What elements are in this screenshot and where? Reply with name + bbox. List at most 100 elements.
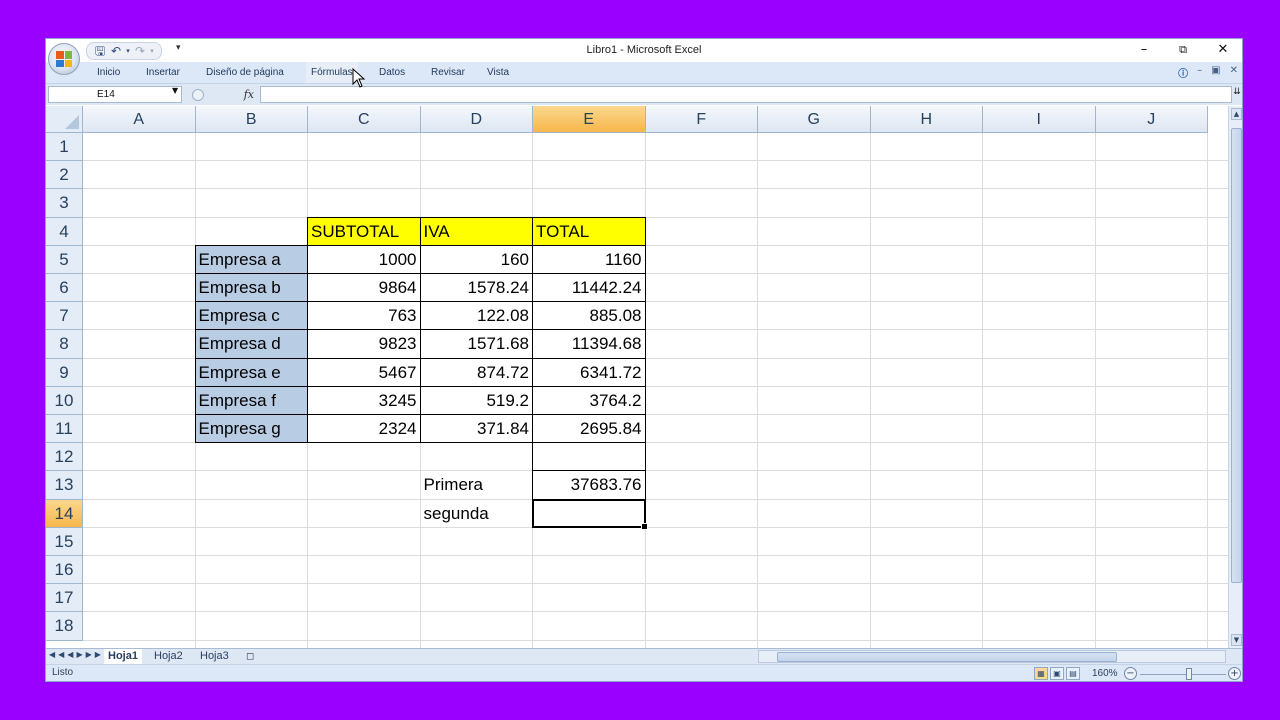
- row-header-2[interactable]: 2: [46, 161, 83, 190]
- table-header-cell[interactable]: IVA: [420, 217, 532, 245]
- tab-datos[interactable]: Datos: [379, 62, 405, 83]
- minimize-button[interactable]: –: [1124, 41, 1164, 59]
- subtotal-cell[interactable]: 763: [308, 302, 420, 329]
- subtotal-cell[interactable]: 5467: [308, 359, 420, 386]
- table-header-cell[interactable]: TOTAL: [533, 217, 645, 245]
- row-header-17[interactable]: 17: [46, 584, 83, 613]
- column-header-a[interactable]: A: [83, 106, 196, 133]
- tab-diseno-de-pagina[interactable]: Diseño de página: [206, 62, 284, 83]
- iva-cell[interactable]: 160: [421, 246, 533, 273]
- company-label-cell[interactable]: Empresa d: [195, 330, 307, 358]
- zoom-level[interactable]: 160%: [1092, 668, 1118, 679]
- active-cell-e14[interactable]: [532, 498, 647, 530]
- row-header-7[interactable]: 7: [46, 302, 83, 331]
- row-header-1[interactable]: 1: [46, 133, 83, 162]
- tab-vista[interactable]: Vista: [487, 62, 509, 83]
- row-header-18[interactable]: 18: [46, 612, 83, 641]
- zoom-out-icon[interactable]: −: [1124, 667, 1137, 680]
- column-header-j[interactable]: J: [1095, 106, 1208, 133]
- total-cell[interactable]: 885.08: [533, 302, 645, 329]
- tab-inicio[interactable]: Inicio: [97, 62, 120, 83]
- horizontal-scroll-thumb[interactable]: [777, 652, 1117, 662]
- company-label-cell[interactable]: Empresa g: [195, 415, 307, 443]
- help-icon[interactable]: ⓘ: [1178, 65, 1188, 80]
- minimize-workbook-icon[interactable]: –: [1197, 65, 1202, 80]
- iva-cell[interactable]: 122.08: [421, 302, 533, 329]
- row-header-10[interactable]: 10: [46, 386, 83, 415]
- sheet-tab-hoja3[interactable]: Hoja3: [196, 649, 233, 664]
- scroll-up-icon[interactable]: ▲: [1231, 108, 1242, 120]
- row-header-9[interactable]: 9: [46, 358, 83, 387]
- segunda-label-cell[interactable]: segunda: [421, 500, 533, 527]
- subtotal-cell[interactable]: 1000: [308, 246, 420, 273]
- company-label-cell[interactable]: Empresa a: [195, 245, 307, 273]
- scroll-down-icon[interactable]: ▼: [1231, 634, 1242, 646]
- vertical-scrollbar[interactable]: ▲ ▼: [1228, 106, 1242, 648]
- vertical-scroll-thumb[interactable]: [1231, 128, 1242, 583]
- company-label-cell[interactable]: Empresa c: [195, 302, 307, 330]
- close-workbook-icon[interactable]: ✕: [1230, 65, 1238, 80]
- company-label-cell[interactable]: Empresa f: [195, 386, 307, 414]
- worksheet-grid[interactable]: ABCDEFGHIJ 1 2 3 4 5 6 7 8 9 10 11 12 13 14 15 16 17 18 S…: [46, 106, 1228, 653]
- insert-sheet-icon[interactable]: ◻: [242, 649, 258, 664]
- tab-formulas[interactable]: Fórmulas: [306, 62, 358, 83]
- primera-value-cell[interactable]: 37683.76: [533, 471, 645, 498]
- sheet-tab-hoja1[interactable]: Hoja1: [104, 649, 142, 664]
- zoom-in-icon[interactable]: +: [1228, 667, 1241, 680]
- name-box[interactable]: E14: [48, 86, 182, 103]
- total-cell[interactable]: 3764.2: [533, 387, 645, 414]
- iva-cell[interactable]: 1571.68: [421, 330, 533, 357]
- chevron-down-icon[interactable]: ▼: [172, 86, 178, 95]
- tab-insertar[interactable]: Insertar: [146, 62, 180, 83]
- subtotal-cell[interactable]: 9864: [308, 274, 420, 301]
- sheet-nav-arrows[interactable]: ◀◀◀▶▶▶: [49, 650, 104, 659]
- cancel-formula-icon[interactable]: [192, 88, 204, 101]
- row-header-14[interactable]: 14: [46, 499, 83, 528]
- row-header-6[interactable]: 6: [46, 274, 83, 303]
- column-header-c[interactable]: C: [308, 106, 421, 133]
- tab-revisar[interactable]: Revisar: [431, 62, 465, 83]
- primera-label-cell[interactable]: Primera: [421, 471, 533, 498]
- column-header-d[interactable]: D: [420, 106, 533, 133]
- total-cell[interactable]: 11394.68: [533, 330, 645, 357]
- subtotal-cell[interactable]: 3245: [308, 387, 420, 414]
- subtotal-cell[interactable]: 9823: [308, 330, 420, 357]
- subtotal-cell[interactable]: 2324: [308, 415, 420, 442]
- iva-cell[interactable]: 874.72: [421, 359, 533, 386]
- table-header-cell[interactable]: SUBTOTAL: [308, 217, 420, 245]
- column-header-b[interactable]: B: [195, 106, 308, 133]
- page-layout-view-icon[interactable]: ▣: [1050, 667, 1064, 680]
- iva-cell[interactable]: 1578.24: [421, 274, 533, 301]
- total-cell[interactable]: 1160: [533, 246, 645, 273]
- page-break-view-icon[interactable]: ▤: [1066, 667, 1080, 680]
- row-header-11[interactable]: 11: [46, 415, 83, 444]
- horizontal-scrollbar[interactable]: [758, 650, 1226, 663]
- row-header-15[interactable]: 15: [46, 527, 83, 556]
- formula-input[interactable]: [260, 86, 1232, 103]
- row-header-4[interactable]: 4: [46, 217, 83, 246]
- row-header-8[interactable]: 8: [46, 330, 83, 359]
- normal-view-icon[interactable]: ▦: [1034, 667, 1048, 680]
- column-header-f[interactable]: F: [645, 106, 758, 133]
- row-header-16[interactable]: 16: [46, 556, 83, 585]
- row-header-5[interactable]: 5: [46, 245, 83, 274]
- insert-function-icon[interactable]: fx: [244, 88, 254, 101]
- restore-workbook-icon[interactable]: ▣: [1211, 65, 1220, 80]
- select-all-button[interactable]: [46, 106, 83, 133]
- iva-cell[interactable]: 519.2: [421, 387, 533, 414]
- zoom-slider-track[interactable]: [1140, 674, 1226, 675]
- expand-formula-bar-icon[interactable]: ⇊: [1232, 87, 1242, 97]
- total-cell[interactable]: 2695.84: [533, 415, 645, 442]
- row-header-13[interactable]: 13: [46, 471, 83, 500]
- total-cell[interactable]: 6341.72: [533, 359, 645, 386]
- column-header-g[interactable]: G: [758, 106, 871, 133]
- total-cell[interactable]: 11442.24: [533, 274, 645, 301]
- zoom-slider-thumb[interactable]: [1186, 668, 1192, 680]
- column-header-e[interactable]: E: [533, 106, 646, 133]
- office-button[interactable]: [48, 43, 80, 75]
- column-header-i[interactable]: I: [983, 106, 1096, 133]
- iva-cell[interactable]: 371.84: [421, 415, 533, 442]
- restore-button[interactable]: ⧉: [1163, 41, 1203, 59]
- column-header-h[interactable]: H: [870, 106, 983, 133]
- company-label-cell[interactable]: Empresa e: [195, 358, 307, 386]
